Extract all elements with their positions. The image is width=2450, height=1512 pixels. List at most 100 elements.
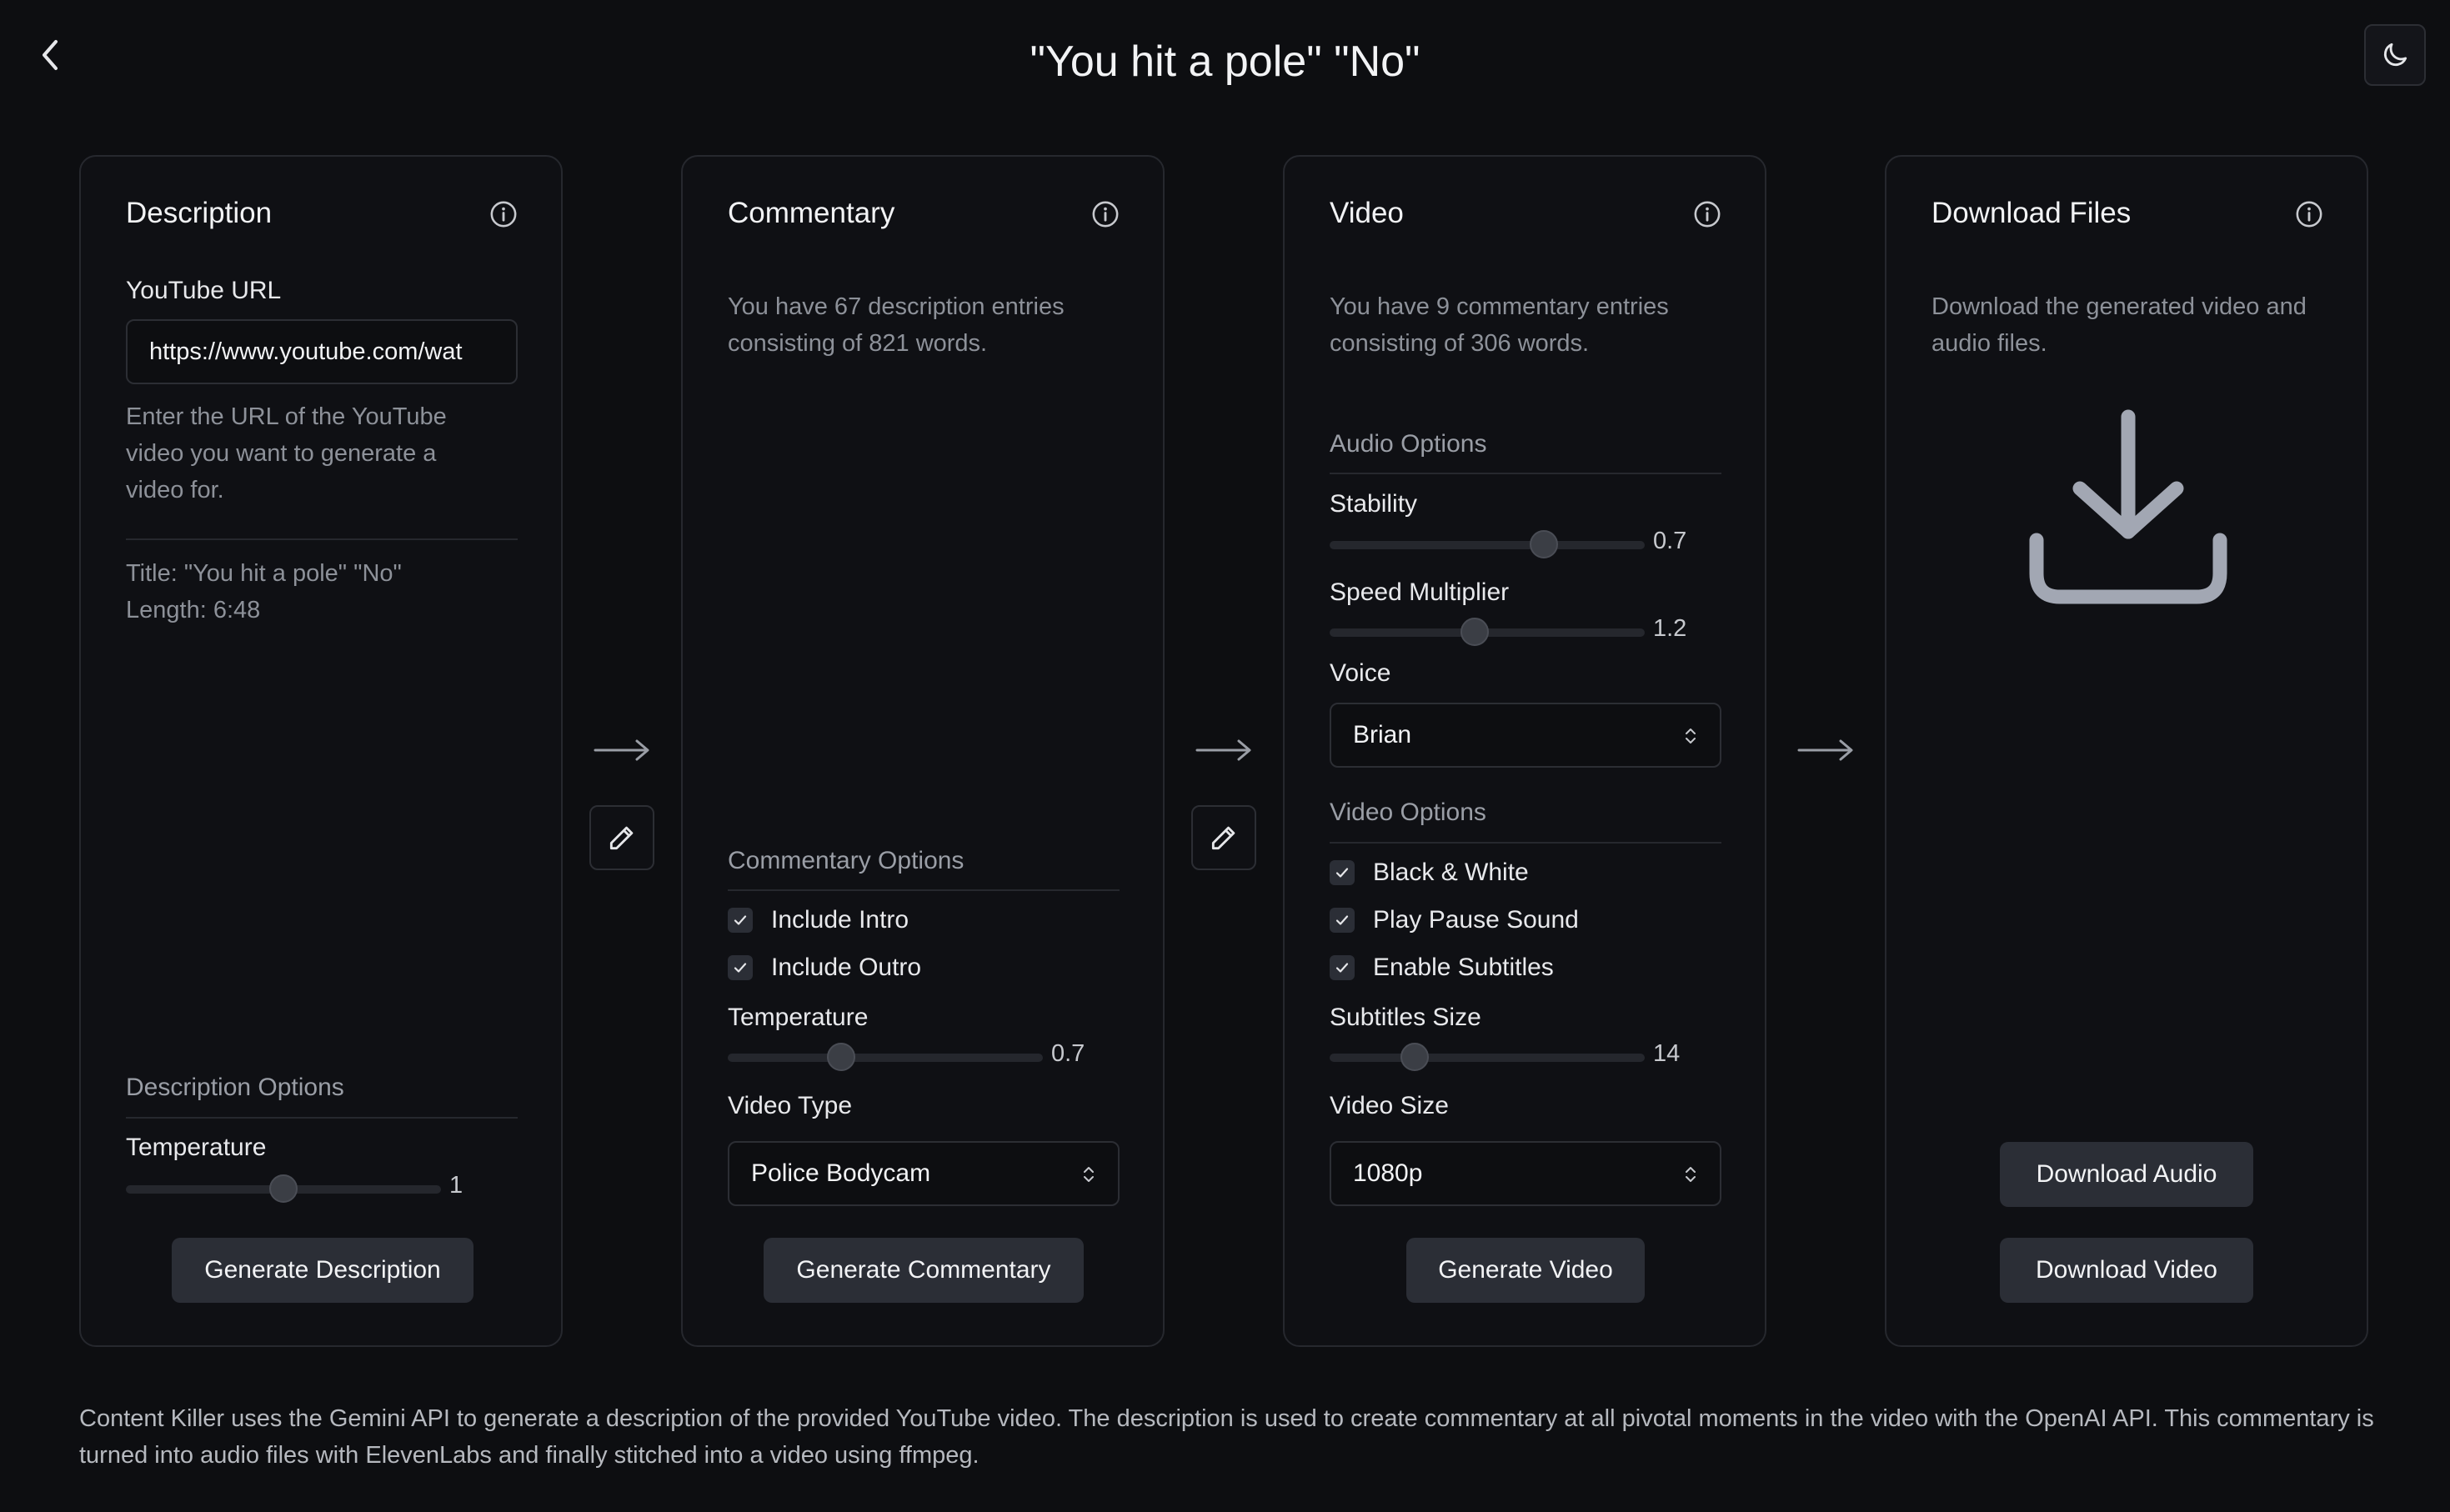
video-card-title: Video <box>1330 197 1404 229</box>
speed-multiplier-slider[interactable]: 1.2 <box>1330 615 1721 648</box>
description-options-title: Description Options <box>126 1074 344 1101</box>
slider-thumb[interactable] <box>1530 530 1559 558</box>
video-options-title: Video Options <box>1330 799 1486 826</box>
video-size-value: 1080p <box>1353 1159 1423 1187</box>
divider <box>1330 842 1721 844</box>
slider-thumb[interactable] <box>1400 1043 1430 1071</box>
youtube-url-label: YouTube URL <box>126 277 282 304</box>
stability-label: Stability <box>1330 490 1418 518</box>
commentary-card: Commentary You have 67 description entri… <box>681 155 1165 1347</box>
slider-thumb[interactable] <box>269 1174 298 1203</box>
chevron-up-down-icon <box>1084 1167 1094 1182</box>
enable-subtitles-label: Enable Subtitles <box>1373 954 1554 981</box>
enable-subtitles-checkbox[interactable] <box>1330 955 1355 980</box>
subtitles-size-slider[interactable]: 14 <box>1330 1040 1721 1074</box>
include-intro-option[interactable]: Include Intro <box>728 904 909 937</box>
include-intro-checkbox[interactable] <box>728 908 753 933</box>
slider-track <box>728 1054 1043 1062</box>
play-pause-sound-label: Play Pause Sound <box>1373 906 1579 934</box>
stability-slider[interactable]: 0.7 <box>1330 528 1721 561</box>
moon-icon <box>2383 43 2407 67</box>
video-summary: You have 9 commentary entries consisting… <box>1330 293 1669 357</box>
video-type-value: Police Bodycam <box>751 1159 931 1187</box>
generate-commentary-button[interactable]: Generate Commentary <box>764 1238 1084 1303</box>
download-card: Download Files Download the generated vi… <box>1885 155 2368 1347</box>
info-icon[interactable] <box>2295 200 2323 228</box>
download-video-button[interactable]: Download Video <box>2000 1238 2253 1303</box>
description-card-title: Description <box>126 197 273 229</box>
divider <box>728 889 1120 891</box>
generate-description-button[interactable]: Generate Description <box>172 1238 473 1303</box>
check-icon <box>734 963 747 973</box>
slider-value: 1.2 <box>1653 615 1687 642</box>
description-card: Description YouTube URL https://www.yout… <box>79 155 563 1347</box>
enable-subtitles-option[interactable]: Enable Subtitles <box>1330 951 1554 984</box>
include-outro-option[interactable]: Include Outro <box>728 951 921 984</box>
include-intro-label: Include Intro <box>771 906 909 934</box>
video-type-select[interactable]: Police Bodycam <box>728 1141 1120 1206</box>
arrow-right-icon <box>594 739 649 761</box>
black-white-checkbox[interactable] <box>1330 860 1355 885</box>
slider-value: 0.7 <box>1653 528 1687 554</box>
video-type-label: Video Type <box>728 1092 853 1119</box>
info-icon[interactable] <box>1091 200 1120 228</box>
check-icon <box>1335 868 1349 878</box>
video-meta-length: Length: 6:48 <box>126 597 261 623</box>
voice-value: Brian <box>1353 721 1412 748</box>
info-icon[interactable] <box>1693 200 1721 228</box>
divider <box>126 538 518 540</box>
check-icon <box>1335 963 1349 973</box>
speed-multiplier-label: Speed Multiplier <box>1330 578 1510 606</box>
slider-thumb[interactable] <box>1460 618 1489 646</box>
footer-description: Content Killer uses the Gemini API to ge… <box>79 1405 2374 1469</box>
divider <box>126 1117 518 1119</box>
arrow-right-icon <box>1195 739 1251 761</box>
video-card: Video You have 9 commentary entries cons… <box>1283 155 1766 1347</box>
chevron-up-down-icon <box>1686 728 1696 743</box>
commentary-summary: You have 67 description entries consisti… <box>728 293 1065 357</box>
check-icon <box>734 915 747 925</box>
voice-select[interactable]: Brian <box>1330 703 1721 768</box>
video-size-select[interactable]: 1080p <box>1330 1141 1721 1206</box>
play-pause-sound-option[interactable]: Play Pause Sound <box>1330 904 1579 937</box>
video-meta-title: Title: "You hit a pole" "No" <box>126 560 402 587</box>
commentary-temperature-slider[interactable]: 0.7 <box>728 1040 1120 1074</box>
download-card-title: Download Files <box>1931 197 2132 229</box>
subtitles-size-label: Subtitles Size <box>1330 1004 1481 1031</box>
edit-description-button[interactable] <box>589 805 654 870</box>
pencil-icon <box>1211 826 1235 850</box>
info-icon[interactable] <box>489 200 518 228</box>
download-audio-button[interactable]: Download Audio <box>2000 1142 2253 1207</box>
commentary-options-title: Commentary Options <box>728 847 964 874</box>
youtube-url-value: https://www.youtube.com/wat <box>149 338 463 365</box>
youtube-url-input[interactable]: https://www.youtube.com/wat <box>126 319 518 384</box>
include-outro-checkbox[interactable] <box>728 955 753 980</box>
voice-label: Voice <box>1330 659 1391 687</box>
download-icon <box>2029 409 2227 604</box>
slider-track <box>1330 541 1645 549</box>
slider-value: 1 <box>449 1172 463 1199</box>
youtube-url-help: Enter the URL of the YouTube video you w… <box>126 403 447 503</box>
generate-video-button[interactable]: Generate Video <box>1406 1238 1645 1303</box>
divider <box>1330 473 1721 474</box>
description-temperature-label: Temperature <box>126 1134 267 1161</box>
chevron-up-down-icon <box>1686 1167 1696 1182</box>
page-title: "You hit a pole" "No" <box>1030 38 1420 86</box>
arrow-right-icon <box>1797 739 1853 761</box>
video-size-label: Video Size <box>1330 1092 1449 1119</box>
slider-value: 0.7 <box>1051 1040 1085 1067</box>
download-summary: Download the generated video and audio f… <box>1931 293 2307 357</box>
description-temperature-slider[interactable]: 1 <box>126 1172 518 1205</box>
edit-commentary-button[interactable] <box>1191 805 1256 870</box>
theme-toggle-button[interactable] <box>2364 24 2426 86</box>
slider-value: 14 <box>1653 1040 1681 1067</box>
slider-thumb[interactable] <box>827 1043 856 1071</box>
play-pause-sound-checkbox[interactable] <box>1330 908 1355 933</box>
black-white-option[interactable]: Black & White <box>1330 856 1529 889</box>
audio-options-title: Audio Options <box>1330 430 1487 458</box>
slider-track <box>1330 1054 1645 1062</box>
pencil-icon <box>609 826 634 850</box>
commentary-card-title: Commentary <box>728 197 895 229</box>
commentary-temperature-label: Temperature <box>728 1004 869 1031</box>
black-white-label: Black & White <box>1373 859 1529 886</box>
